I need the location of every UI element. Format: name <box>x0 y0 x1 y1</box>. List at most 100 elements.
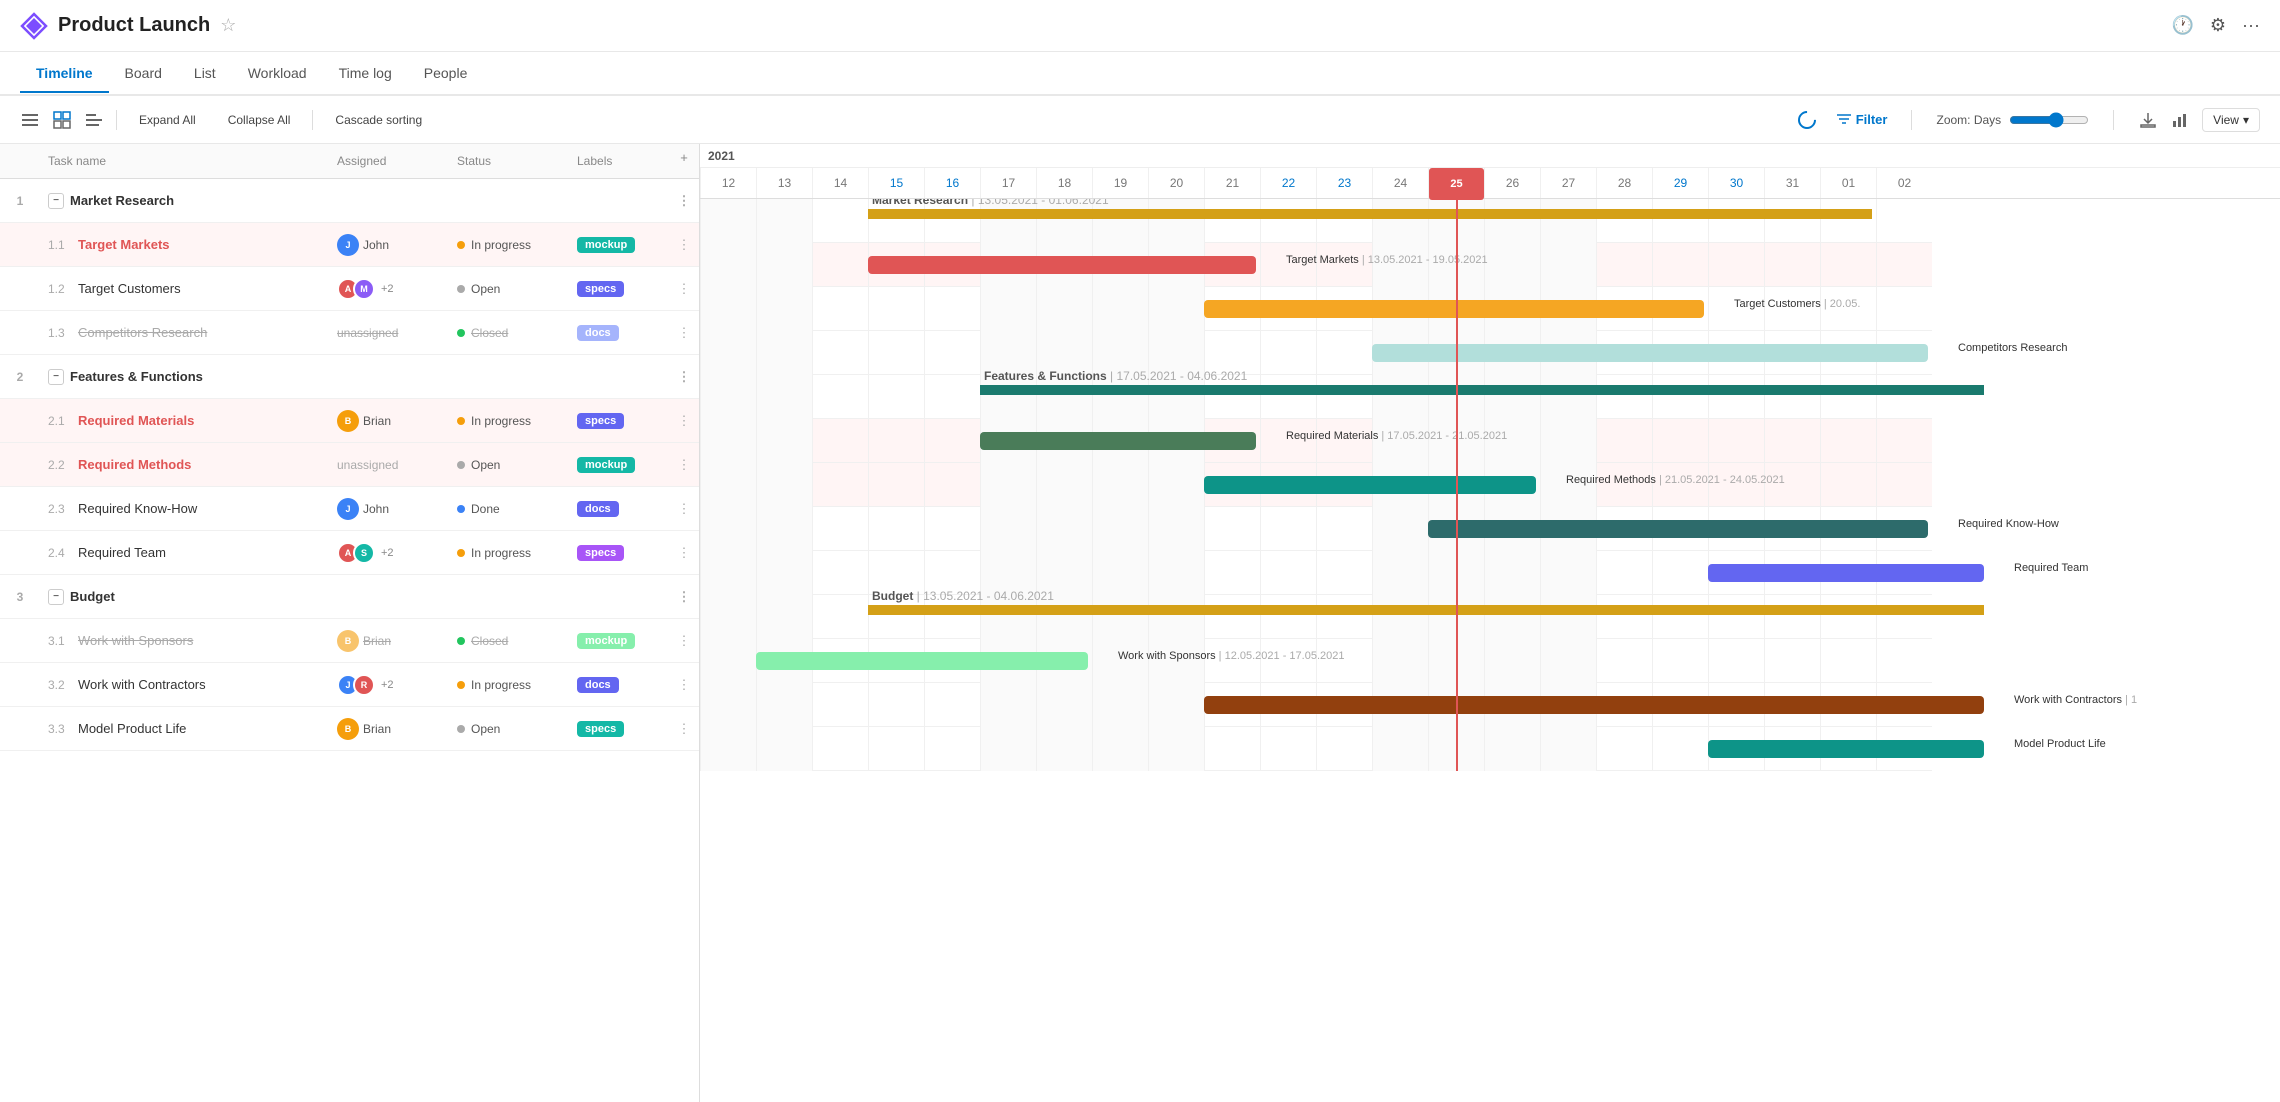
label-badge: specs <box>577 545 624 561</box>
collapse-icon[interactable]: − <box>48 193 64 209</box>
table-header: Task name Assigned Status Labels + <box>0 144 699 179</box>
row-status-cell: Open <box>449 452 569 478</box>
collapse-icon[interactable]: − <box>48 589 64 605</box>
row-actions-button[interactable]: ⋮ <box>669 407 699 435</box>
history-icon[interactable]: 🕐 <box>2171 15 2193 36</box>
row-name-cell: 1.3Competitors Research <box>40 319 329 346</box>
task-row: 2.1Required MaterialsBBrianIn progresssp… <box>0 399 699 443</box>
more-icon[interactable]: ··· <box>2242 15 2260 36</box>
gantt-panel[interactable]: 2021 12131415161718192021222324252627282… <box>700 144 2280 1102</box>
row-actions-button[interactable]: ⋮ <box>669 539 699 567</box>
main-layout: Task name Assigned Status Labels + 1−Mar… <box>0 144 2280 1102</box>
status-dot <box>457 461 465 469</box>
col-labels: Labels <box>569 150 669 172</box>
gantt-cell <box>980 331 1036 375</box>
gantt-row: Budget | 13.05.2021 - 04.06.2021 <box>700 595 1932 639</box>
status-dot <box>457 241 465 249</box>
gantt-cell <box>924 551 980 595</box>
row-actions-button[interactable]: ⋮ <box>669 583 699 611</box>
task-row: 3.1Work with SponsorsBBrianClosedmockup⋮ <box>0 619 699 663</box>
expand-all-button[interactable]: Expand All <box>129 108 206 132</box>
row-status-cell: Open <box>449 276 569 302</box>
gantt-bar <box>1372 344 1928 362</box>
bar-label: Required Know-How <box>1958 518 2059 530</box>
gantt-cell <box>1820 243 1876 287</box>
export-icon[interactable] <box>2138 110 2158 130</box>
group-row: 1−Market Research⋮ <box>0 179 699 223</box>
chart-icon[interactable] <box>2170 110 2190 130</box>
row-actions-button[interactable]: ⋮ <box>669 319 699 347</box>
gantt-cell <box>700 199 756 243</box>
settings-icon[interactable]: ⚙ <box>2210 15 2226 36</box>
gantt-cell <box>1820 419 1876 463</box>
gantt-cell <box>1092 551 1148 595</box>
gantt-cell <box>1092 727 1148 771</box>
gantt-cell <box>756 375 812 419</box>
tab-timeline[interactable]: Timeline <box>20 55 109 91</box>
tab-workload[interactable]: Workload <box>232 55 323 91</box>
gantt-cell <box>1876 287 1932 331</box>
list-view-icon[interactable] <box>20 110 40 130</box>
status-dot <box>457 285 465 293</box>
row-assigned-cell: JJohn <box>329 228 449 262</box>
row-actions-button[interactable]: ⋮ <box>669 363 699 391</box>
gantt-cell <box>1596 199 1652 243</box>
gantt-cell <box>1316 595 1372 639</box>
status-text: In progress <box>471 546 531 560</box>
collapse-all-button[interactable]: Collapse All <box>218 108 301 132</box>
gantt-cell <box>1540 551 1596 595</box>
gantt-cell <box>1036 551 1092 595</box>
gantt-cell <box>1372 595 1428 639</box>
gantt-cell <box>1148 507 1204 551</box>
row-actions-button[interactable]: ⋮ <box>669 231 699 259</box>
gantt-cell <box>1316 551 1372 595</box>
unassigned-label: unassigned <box>337 458 398 472</box>
row-assigned-cell: JJohn <box>329 492 449 526</box>
add-column-button[interactable]: + <box>669 150 699 172</box>
row-actions-button[interactable]: ⋮ <box>669 275 699 303</box>
row-actions-button[interactable]: ⋮ <box>669 451 699 479</box>
gantt-cell <box>1260 727 1316 771</box>
gantt-cell <box>1036 463 1092 507</box>
gantt-row: Work with Sponsors | 12.05.2021 - 17.05.… <box>700 639 1932 683</box>
star-icon[interactable]: ☆ <box>220 15 236 36</box>
gantt-cell <box>924 331 980 375</box>
row-labels-cell <box>569 195 669 207</box>
cascade-sorting-button[interactable]: Cascade sorting <box>325 108 432 132</box>
gantt-cell <box>868 287 924 331</box>
gantt-cell <box>1372 551 1428 595</box>
gantt-cell <box>756 243 812 287</box>
gantt-cell <box>1764 595 1820 639</box>
row-actions-button[interactable]: ⋮ <box>669 627 699 655</box>
gantt-row: Required Materials | 17.05.2021 - 21.05.… <box>700 419 1932 463</box>
tab-board[interactable]: Board <box>109 55 178 91</box>
gantt-row: Required Know-How <box>700 507 1932 551</box>
collapse-icon[interactable]: − <box>48 369 64 385</box>
refresh-icon[interactable] <box>1794 107 1819 132</box>
row-actions-button[interactable]: ⋮ <box>669 671 699 699</box>
gantt-cell <box>1092 683 1148 727</box>
collapse-view-icon[interactable] <box>84 110 104 130</box>
row-actions-button[interactable]: ⋮ <box>669 495 699 523</box>
filter-button[interactable]: Filter <box>1836 112 1888 128</box>
gantt-cell <box>700 375 756 419</box>
gantt-cell <box>868 727 924 771</box>
avatar: J <box>337 234 359 256</box>
row-labels-cell: docs <box>569 670 669 699</box>
tab-list[interactable]: List <box>178 55 232 91</box>
task-name: Required Methods <box>78 457 191 472</box>
gantt-cell <box>924 727 980 771</box>
row-actions-button[interactable]: ⋮ <box>669 187 699 215</box>
tab-timelog[interactable]: Time log <box>323 55 408 91</box>
gantt-cell <box>1820 463 1876 507</box>
zoom-slider[interactable] <box>2009 112 2089 128</box>
tab-people[interactable]: People <box>408 55 484 91</box>
row-actions-button[interactable]: ⋮ <box>669 715 699 743</box>
gantt-cell <box>1876 595 1932 639</box>
row-status-cell <box>449 195 569 207</box>
gantt-cell <box>756 463 812 507</box>
view-button[interactable]: View ▾ <box>2202 108 2260 132</box>
gantt-cell <box>812 727 868 771</box>
grid-view-icon[interactable] <box>52 110 72 130</box>
gantt-cell <box>1708 639 1764 683</box>
